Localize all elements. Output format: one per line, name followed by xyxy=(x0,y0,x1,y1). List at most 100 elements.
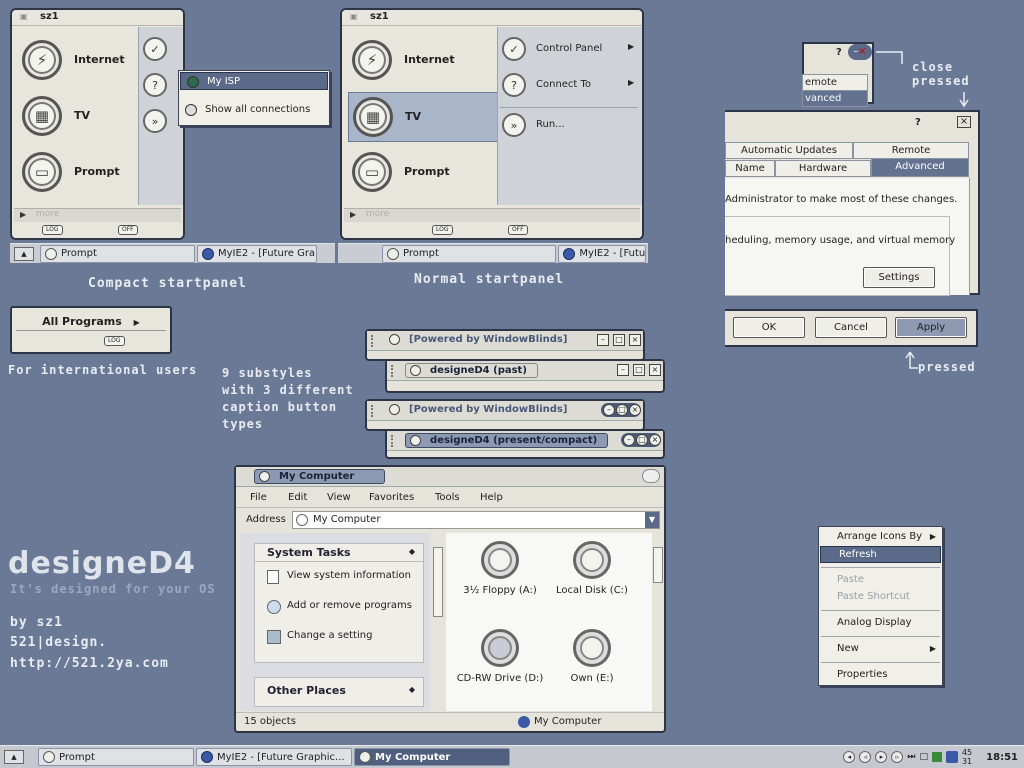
task-pane-scrollbar[interactable] xyxy=(432,533,444,711)
tab-automatic-updates[interactable]: Automatic Updates xyxy=(725,142,853,159)
scroll-thumb[interactable] xyxy=(433,547,443,617)
panel-item-tv[interactable]: ▦ TV xyxy=(348,92,498,142)
tab-remote-partial[interactable]: emote xyxy=(802,74,868,91)
my-computer-window: My Computer File Edit View Favorites Too… xyxy=(234,465,666,733)
scroll-thumb[interactable] xyxy=(653,547,663,583)
menu-view[interactable]: View xyxy=(327,492,369,503)
apply-button-pressed[interactable]: Apply xyxy=(895,317,967,338)
media-stop-icon[interactable]: □ xyxy=(919,752,928,762)
file-view: 3½ Floppy (A:) Local Disk (C:) CD-RW Dri… xyxy=(446,533,664,711)
log-off-button[interactable]: LOG xyxy=(104,336,125,346)
panel-item-prompt[interactable]: ▭ Prompt xyxy=(348,148,498,198)
tray-app-icon[interactable] xyxy=(931,752,942,762)
close-button[interactable]: × xyxy=(649,434,661,446)
window-title: My Computer xyxy=(254,469,386,484)
more-bar[interactable]: ▶ more xyxy=(14,208,181,222)
close-button[interactable]: × xyxy=(629,404,641,416)
network-icon[interactable] xyxy=(945,751,958,763)
minimize-button[interactable]: – xyxy=(623,434,635,446)
turn-off-button[interactable]: OFF xyxy=(508,225,528,235)
cancel-button[interactable]: Cancel xyxy=(815,317,887,338)
tab-advanced[interactable]: Advanced xyxy=(871,158,969,177)
taskbar-button-my-computer[interactable]: My Computer xyxy=(354,748,510,766)
close-button-pressed[interactable]: –× xyxy=(848,44,872,60)
maximize-button[interactable]: □ xyxy=(633,364,645,376)
run-icon[interactable]: » xyxy=(143,109,167,133)
other-places-box[interactable]: Other Places ◆ xyxy=(254,677,424,707)
settings-button[interactable]: Settings xyxy=(863,267,935,288)
menu-item-analog-display[interactable]: Analog Display xyxy=(819,615,942,632)
taskbar-button-prompt[interactable]: Prompt xyxy=(382,244,557,263)
tab-advanced-partial[interactable]: vanced xyxy=(802,90,868,107)
start-button[interactable]: ▲ xyxy=(4,750,24,764)
task-change-setting[interactable]: Change a setting xyxy=(267,630,417,644)
close-button[interactable]: × xyxy=(629,334,641,346)
menu-favorites[interactable]: Favorites xyxy=(369,492,435,503)
more-bar[interactable]: ▶ more xyxy=(344,208,640,222)
system-tasks-header[interactable]: System Tasks ◆ xyxy=(255,544,423,562)
menu-item-my-isp[interactable]: My ISP xyxy=(180,72,328,90)
close-button[interactable]: × xyxy=(957,116,971,128)
log-off-button[interactable]: LOG xyxy=(42,225,63,235)
minimize-button[interactable]: – xyxy=(603,404,615,416)
all-programs-button[interactable]: All Programs ▶ xyxy=(16,313,166,331)
maximize-button[interactable]: □ xyxy=(616,404,628,416)
dropdown-button[interactable]: ▼ xyxy=(645,512,659,528)
task-view-system-info[interactable]: View system information xyxy=(267,570,417,584)
side-item-run[interactable]: » Run... xyxy=(498,113,638,139)
tab-hardware[interactable]: Hardware xyxy=(775,160,871,177)
menu-file[interactable]: File xyxy=(250,492,288,503)
clock[interactable]: 18:51 xyxy=(986,752,1018,763)
taskbar-button-prompt[interactable]: Prompt xyxy=(40,244,195,263)
menu-help[interactable]: Help xyxy=(480,492,520,503)
address-input[interactable]: My Computer ▼ xyxy=(292,511,660,529)
task-add-remove-programs[interactable]: Add or remove programs xyxy=(267,600,417,614)
menu-tools[interactable]: Tools xyxy=(435,492,480,503)
media-play-icon[interactable]: ▸ xyxy=(875,751,888,763)
help-button[interactable]: ? xyxy=(915,117,921,128)
file-view-scrollbar[interactable] xyxy=(652,533,664,711)
menu-item-refresh[interactable]: Refresh xyxy=(820,546,941,563)
side-item-connect-to[interactable]: ? Connect To ▶ xyxy=(498,73,638,99)
maximize-button[interactable]: □ xyxy=(613,334,625,346)
drive-floppy[interactable]: 3½ Floppy (A:) xyxy=(450,541,550,596)
turn-off-button[interactable]: OFF xyxy=(118,225,138,235)
media-prev-icon[interactable]: ◂ xyxy=(843,751,856,763)
menu-item-properties[interactable]: Properties xyxy=(819,667,942,684)
help-button[interactable]: ? xyxy=(836,47,842,58)
minimize-button[interactable]: – xyxy=(617,364,629,376)
drive-local-disk[interactable]: Local Disk (C:) xyxy=(542,541,642,596)
media-back-icon[interactable]: ◃ xyxy=(859,751,872,763)
panel-item-internet[interactable]: ⚡ Internet xyxy=(348,36,498,86)
tab-remote[interactable]: Remote xyxy=(853,142,969,159)
menu-item-new[interactable]: New ▶ xyxy=(819,641,942,658)
taskbar-button-myie[interactable]: MyIE2 - [Future Gra xyxy=(197,244,317,263)
ok-button[interactable]: OK xyxy=(733,317,805,338)
log-off-button[interactable]: LOG xyxy=(432,225,453,235)
minimize-button[interactable]: – xyxy=(597,334,609,346)
start-button[interactable]: ▲ xyxy=(14,246,34,261)
menu-edit[interactable]: Edit xyxy=(288,492,327,503)
drive-cd-rw[interactable]: CD-RW Drive (D:) xyxy=(450,629,550,684)
menu-item-show-all-connections[interactable]: Show all connections xyxy=(179,101,329,119)
tab-name[interactable]: Name xyxy=(725,160,775,177)
taskbar-button-myie[interactable]: MyIE2 - [Future xyxy=(558,244,646,263)
media-skip-icon[interactable]: ⏭ xyxy=(907,752,915,762)
taskbar-button-label: MyIE2 - [Future xyxy=(579,248,646,259)
connect-to-icon[interactable]: ? xyxy=(143,73,167,97)
run-icon: » xyxy=(502,113,526,137)
menu-separator xyxy=(821,662,940,663)
taskbar-button-prompt[interactable]: Prompt xyxy=(38,748,194,766)
control-panel-icon[interactable]: ✓ xyxy=(143,37,167,61)
drive-own[interactable]: Own (E:) xyxy=(542,629,642,684)
taskbar-button-myie[interactable]: MyIE2 - [Future Graphic... xyxy=(196,748,352,766)
side-item-control-panel[interactable]: ✓ Control Panel ▶ xyxy=(498,37,638,63)
media-next-icon[interactable]: ▹ xyxy=(891,751,904,763)
intl-panel: All Programs ▶ LOG xyxy=(10,306,172,354)
menu-item-arrange-icons[interactable]: Arrange Icons By ▶ xyxy=(819,529,942,546)
globe-icon xyxy=(187,76,199,88)
user-icon: ▣ xyxy=(350,12,358,21)
menu-separator xyxy=(821,610,940,611)
maximize-button[interactable]: □ xyxy=(636,434,648,446)
close-button[interactable]: × xyxy=(649,364,661,376)
